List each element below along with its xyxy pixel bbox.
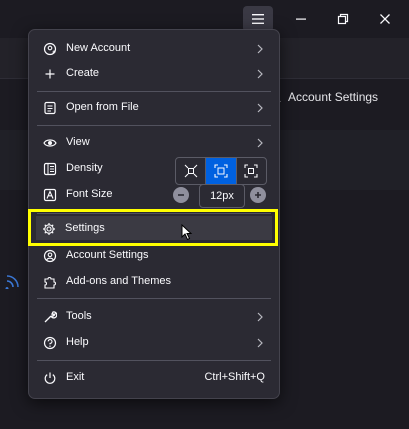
density-normal-icon (214, 164, 228, 178)
help-icon (42, 335, 58, 351)
close-icon (380, 14, 390, 24)
close-window-button[interactable] (370, 6, 400, 32)
density-relaxed-button[interactable] (235, 158, 266, 184)
account-settings-label: Account Settings (66, 249, 149, 261)
density-compact-icon (184, 164, 198, 178)
feed-icon (5, 275, 19, 289)
density-relaxed-icon (244, 164, 258, 178)
open-from-file-label: Open from File (66, 101, 139, 113)
new-account-label: New Account (66, 42, 131, 54)
density-label: Density (66, 162, 103, 174)
plus-icon (42, 66, 58, 82)
menu-separator (37, 360, 271, 361)
chevron-right-icon (257, 103, 263, 113)
open-file-icon (42, 100, 58, 116)
density-icon (42, 161, 58, 177)
menu-item-account-settings[interactable]: Account Settings (35, 244, 273, 268)
menu-item-open-from-file[interactable]: Open from File (35, 96, 273, 120)
tools-label: Tools (66, 310, 92, 322)
wrench-icon (42, 309, 58, 325)
menu-item-exit[interactable]: Exit Ctrl+Shift+Q (35, 366, 273, 390)
font-size-icon (42, 187, 58, 203)
help-label: Help (66, 336, 89, 348)
density-normal-button[interactable] (205, 158, 236, 184)
density-selector (175, 157, 267, 185)
chevron-right-icon (257, 138, 263, 148)
addons-and-themes-label: Add-ons and Themes (66, 275, 171, 287)
account-settings-toolbar-label: Account Settings (288, 90, 379, 104)
menu-separator (37, 298, 271, 299)
restore-button[interactable] (328, 6, 358, 32)
font-size-increase-button[interactable] (250, 187, 266, 203)
view-label: View (66, 136, 90, 148)
font-size-label: Font Size (66, 188, 113, 200)
hamburger-icon (252, 14, 264, 24)
exit-label: Exit (66, 371, 85, 383)
menu-separator (37, 91, 271, 92)
power-icon (42, 370, 58, 386)
minimize-button[interactable] (286, 6, 316, 32)
exit-shortcut: Ctrl+Shift+Q (204, 371, 265, 383)
minus-icon (178, 194, 184, 196)
new-account-icon (42, 41, 58, 57)
plus-icon (255, 192, 261, 198)
chevron-right-icon (257, 338, 263, 348)
chevron-right-icon (257, 69, 263, 79)
font-size-value: 12px (199, 184, 245, 208)
puzzle-icon (42, 274, 58, 290)
restore-icon (337, 13, 349, 25)
account-settings-toolbar-button[interactable]: Account Settings (268, 90, 378, 104)
menu-item-view[interactable]: View (35, 131, 273, 155)
minimize-icon (296, 18, 306, 20)
chevron-right-icon (257, 312, 263, 322)
menu-item-create[interactable]: Create (35, 62, 273, 86)
mouse-cursor-icon (181, 224, 193, 241)
density-compact-button[interactable] (176, 158, 205, 184)
eye-icon (42, 135, 58, 151)
menu-item-new-account[interactable]: New Account (35, 37, 273, 61)
menu-separator (37, 125, 271, 126)
highlight-annotation (28, 209, 278, 246)
menu-item-help[interactable]: Help (35, 331, 273, 355)
chevron-right-icon (257, 44, 263, 54)
account-settings-icon (42, 248, 58, 264)
create-label: Create (66, 67, 100, 79)
menu-item-tools[interactable]: Tools (35, 305, 273, 329)
font-size-decrease-button[interactable] (173, 187, 189, 203)
menu-item-addons-and-themes[interactable]: Add-ons and Themes (35, 270, 273, 294)
